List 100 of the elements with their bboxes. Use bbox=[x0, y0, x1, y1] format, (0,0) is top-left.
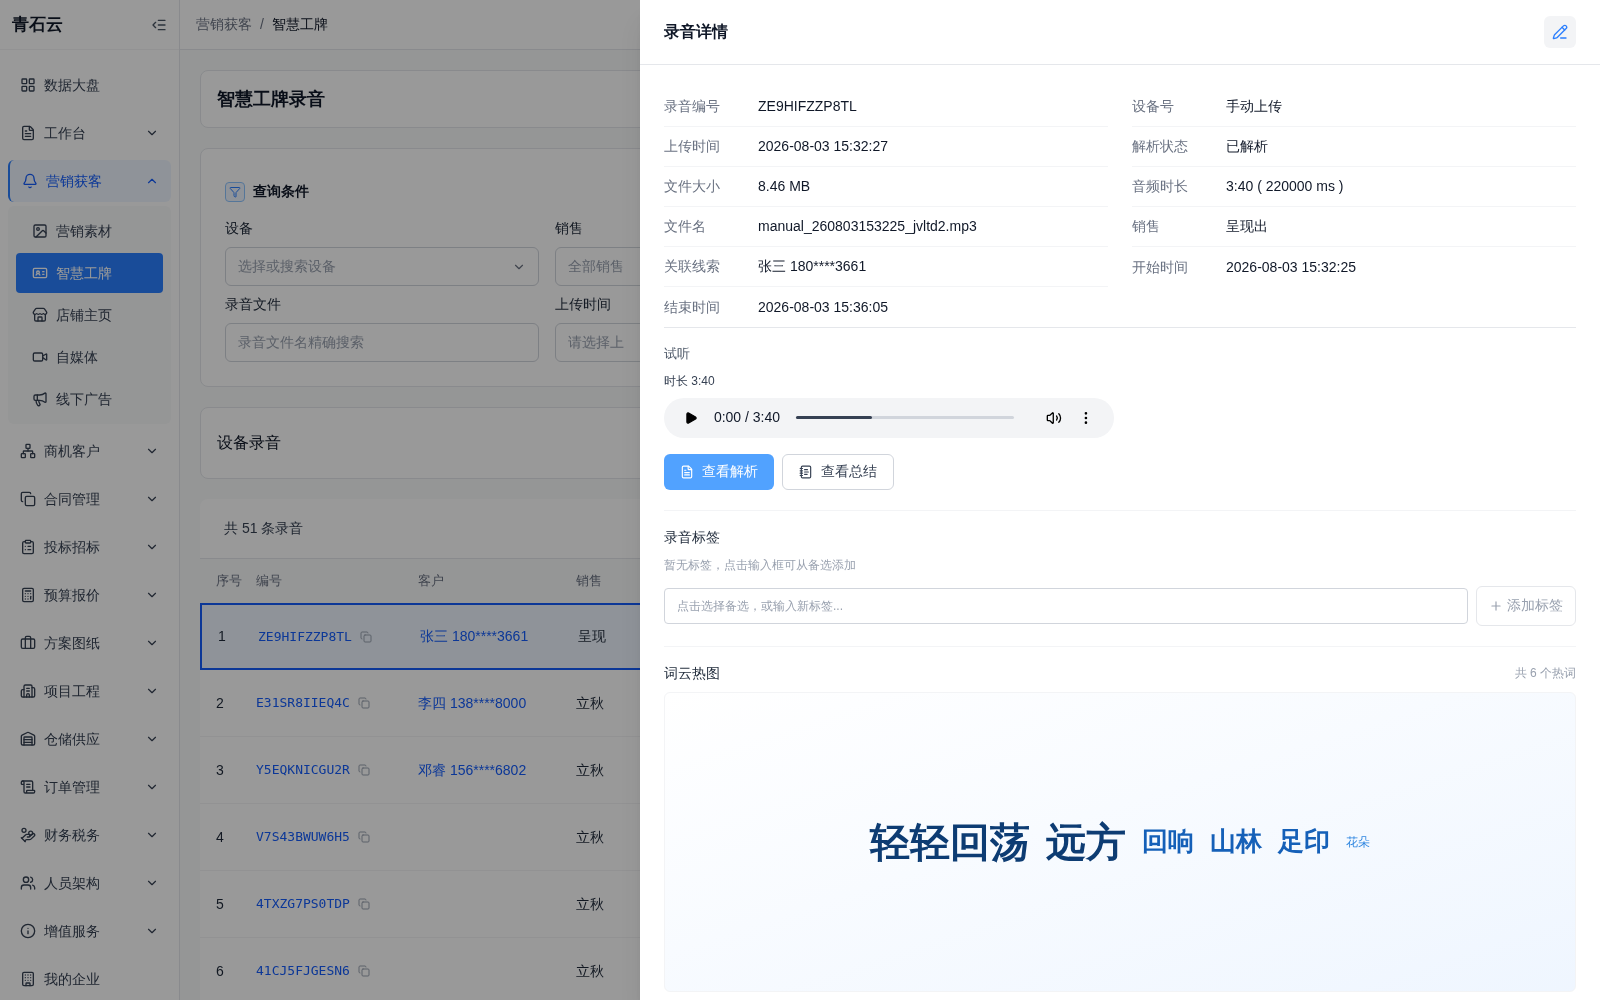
copy-icon[interactable] bbox=[357, 831, 370, 843]
video-icon bbox=[32, 349, 48, 365]
code-link[interactable]: ZE9HIFZZP8TL bbox=[258, 626, 352, 647]
tag-input[interactable]: 点击选择备选，或输入新标签... bbox=[664, 587, 1468, 624]
action-button[interactable]: 查看总结 bbox=[782, 453, 894, 490]
document-icon bbox=[20, 125, 36, 141]
building-icon bbox=[20, 971, 36, 987]
menu-item[interactable]: 数据大盘 bbox=[8, 64, 171, 106]
cloud-word: 远方 bbox=[1046, 818, 1126, 866]
menu-item[interactable]: 营销获客 bbox=[8, 160, 171, 202]
submenu-item[interactable]: 营销素材 bbox=[16, 211, 163, 251]
audio-player[interactable]: 0:00 / 3:40 bbox=[664, 397, 1114, 438]
table-cell-text: 6 bbox=[215, 961, 225, 981]
submenu-item[interactable]: 店铺主页 bbox=[16, 295, 163, 335]
copy-icon[interactable] bbox=[357, 898, 370, 910]
breadcrumb-item[interactable]: 智慧工牌 bbox=[271, 14, 328, 35]
table-cell-text: 2 bbox=[215, 693, 225, 713]
table-cell-text: 立秋 bbox=[576, 760, 605, 780]
document-icon bbox=[680, 464, 694, 479]
app-logo: 青石云 bbox=[12, 13, 63, 36]
copy-icon[interactable] bbox=[357, 697, 370, 709]
bell-icon bbox=[22, 173, 38, 189]
copy-icon[interactable] bbox=[357, 764, 370, 776]
field-label: 录音文件 bbox=[225, 295, 282, 314]
hint-text: 暂无标签，点击输入框可从备选添加 bbox=[664, 556, 857, 574]
copy-icon[interactable] bbox=[357, 965, 370, 977]
detail-label: 文件大小 bbox=[664, 177, 721, 196]
section-title: 查询条件 bbox=[253, 182, 309, 201]
duration-text: 时长 3:40 bbox=[664, 372, 716, 390]
detail-value: ZE9HIFZZP8TL bbox=[758, 97, 857, 116]
menu-item[interactable]: 项目工程 bbox=[8, 670, 171, 712]
volume-icon[interactable] bbox=[1046, 409, 1063, 426]
table-cell-text: 立秋 bbox=[576, 894, 605, 914]
play-icon[interactable] bbox=[684, 410, 698, 425]
progress-track[interactable] bbox=[796, 416, 1015, 419]
cloud-word: 轻轻回荡 bbox=[870, 818, 1030, 866]
table-cell-text: 立秋 bbox=[576, 827, 605, 847]
list-icon bbox=[20, 779, 36, 795]
menu-item[interactable]: 人员架构 bbox=[8, 862, 171, 904]
column-header: 销售 bbox=[576, 572, 603, 591]
menu-item[interactable]: 仓储供应 bbox=[8, 718, 171, 760]
code-link[interactable]: 41CJ5FJGESN6 bbox=[256, 961, 350, 981]
code-link[interactable]: 4TXZG7PS0TDP bbox=[256, 894, 350, 914]
detail-label: 销售 bbox=[1132, 217, 1161, 236]
megaphone-icon bbox=[32, 391, 48, 407]
menu-item[interactable]: 合同管理 bbox=[8, 478, 171, 520]
customer-link[interactable]: 张三 180****3661 bbox=[420, 628, 529, 644]
id-card-icon bbox=[32, 265, 48, 281]
table-cell-text: 立秋 bbox=[576, 693, 605, 713]
detail-value: 2026-08-03 15:32:27 bbox=[758, 137, 888, 156]
submenu-item[interactable]: 自媒体 bbox=[16, 337, 163, 377]
menu-item[interactable]: 我的企业 bbox=[8, 958, 171, 1000]
menu-item[interactable]: 订单管理 bbox=[8, 766, 171, 808]
table-cell-text: 3 bbox=[215, 760, 225, 780]
detail-value: 2026-08-03 15:36:05 bbox=[758, 297, 888, 317]
copy-icon bbox=[20, 491, 36, 507]
customer-link[interactable]: 邓睿 156****6802 bbox=[418, 761, 527, 778]
code-link[interactable]: Y5EQKNICGU2R bbox=[256, 760, 350, 780]
building-icon bbox=[20, 683, 36, 699]
table-cell-text: 立秋 bbox=[576, 961, 605, 981]
menu-item[interactable]: 工作台 bbox=[8, 112, 171, 154]
detail-value: 手动上传 bbox=[1226, 97, 1282, 116]
code-link[interactable]: E31SR8IIEQ4C bbox=[256, 693, 350, 713]
field-label: 上传时间 bbox=[555, 295, 612, 314]
column-header: 编号 bbox=[256, 572, 283, 591]
code-link[interactable]: V7S43BWUW6H5 bbox=[256, 827, 350, 847]
cloud-word: 花朵 bbox=[1346, 833, 1370, 851]
cloud-word: 回响 bbox=[1142, 825, 1194, 858]
detail-label: 设备号 bbox=[1132, 97, 1175, 116]
table-cell-text: 1 bbox=[217, 627, 227, 646]
menu-item[interactable]: 方案图纸 bbox=[8, 622, 171, 664]
section-label: 词云热图 bbox=[664, 663, 720, 683]
breadcrumb-item[interactable]: 营销获客 bbox=[196, 14, 252, 35]
customer-link[interactable]: 李四 138****8000 bbox=[418, 694, 527, 711]
detail-label: 关联线索 bbox=[664, 257, 721, 276]
briefcase-icon bbox=[20, 635, 36, 651]
detail-value: 张三 180****3661 bbox=[758, 257, 867, 276]
record-count: 共 51 条录音 bbox=[224, 519, 304, 538]
menu-item[interactable]: 投标招标 bbox=[8, 526, 171, 568]
section-label: 试听 bbox=[664, 345, 691, 363]
network-icon bbox=[20, 443, 36, 459]
submenu-item[interactable]: 线下广告 bbox=[16, 379, 163, 419]
menu-item[interactable]: 增值服务 bbox=[8, 910, 171, 952]
submenu-item[interactable]: 智慧工牌 bbox=[16, 253, 163, 293]
detail-label: 文件名 bbox=[664, 217, 707, 236]
menu-item[interactable]: 预算报价 bbox=[8, 574, 171, 616]
edit-button[interactable] bbox=[1544, 16, 1576, 48]
detail-label: 音频时长 bbox=[1132, 177, 1189, 196]
users-icon bbox=[20, 875, 36, 891]
detail-label: 上传时间 bbox=[664, 137, 721, 156]
menu-item[interactable]: 财务税务 bbox=[8, 814, 171, 856]
clipboard-icon bbox=[20, 539, 36, 555]
table-cell-text: 5 bbox=[215, 894, 225, 914]
detail-label: 开始时间 bbox=[1132, 257, 1189, 277]
store-icon bbox=[32, 307, 48, 323]
plus-icon bbox=[1489, 598, 1503, 613]
field-label: 设备 bbox=[225, 219, 254, 238]
word-count: 共 6 个热词 bbox=[1514, 665, 1576, 682]
table-row[interactable]: 1 ZE9HIFZZP8TL 张三 180****3661 呈现 bbox=[200, 603, 640, 670]
menu-item[interactable]: 商机客户 bbox=[8, 430, 171, 472]
